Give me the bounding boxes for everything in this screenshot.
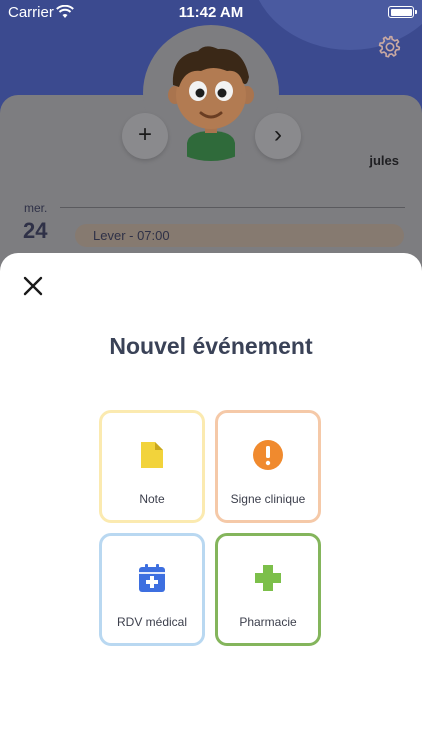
signe-clinique-label: Signe clinique <box>230 492 306 506</box>
add-profile-button[interactable]: + <box>122 113 168 159</box>
battery-icon <box>388 6 417 18</box>
medical-calendar-icon <box>139 564 165 592</box>
status-time: 11:42 AM <box>178 4 244 21</box>
gear-icon[interactable] <box>377 34 403 60</box>
pharmacie-label: Pharmacie <box>239 615 297 629</box>
sheet-title: Nouvel événement <box>109 333 313 359</box>
day-name: mer. <box>24 201 48 215</box>
event-pill[interactable]: Lever - 07:00 <box>75 224 404 247</box>
username: jules <box>369 153 399 168</box>
rdv-medical-tile[interactable]: RDV médical <box>99 533 205 646</box>
day-divider <box>60 207 405 208</box>
exclamation-icon <box>253 440 283 470</box>
note-tile[interactable]: Note <box>99 410 205 523</box>
note-label: Note <box>139 492 165 506</box>
rdv-medical-label: RDV médical <box>116 615 188 629</box>
next-profile-button[interactable]: › <box>255 113 301 159</box>
pharmacie-tile[interactable]: Pharmacie <box>215 533 321 646</box>
note-icon <box>141 442 163 468</box>
status-bar: Carrier 11:42 AM <box>0 0 422 24</box>
signe-clinique-tile[interactable]: Signe clinique <box>215 410 321 523</box>
day-number: 24 <box>23 218 48 243</box>
close-icon[interactable] <box>18 271 48 301</box>
pharmacy-cross-icon <box>255 565 281 591</box>
new-event-sheet: Nouvel événement Note Signe clinique RDV… <box>0 253 422 750</box>
